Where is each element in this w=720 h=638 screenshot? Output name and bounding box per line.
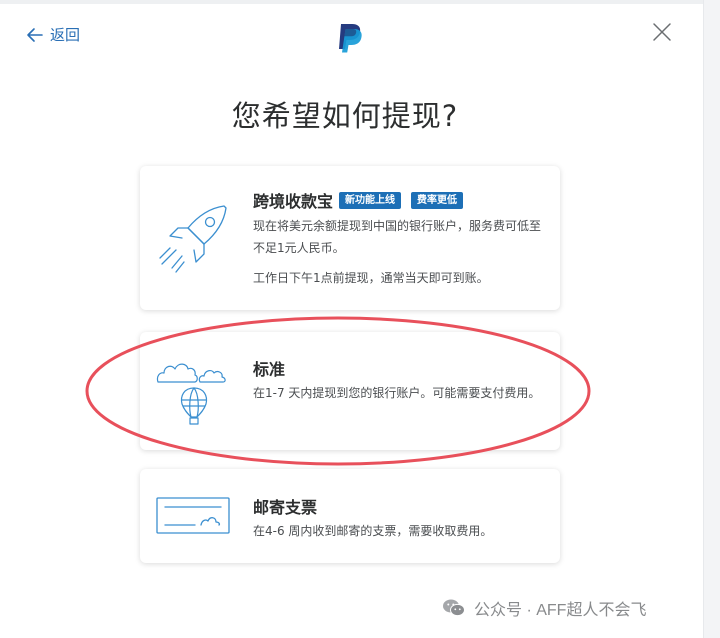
hot-air-balloon-icon [156, 363, 226, 425]
option-title: 标准 [253, 360, 286, 379]
badge-lower-fee: 费率更低 [411, 191, 464, 209]
option-description: 现在将美元余额提现到中国的银行账户，服务费可低至不足1元人民币。 [253, 219, 542, 255]
option-card-standard[interactable]: 标准 在1-7 天内提现到您的银行账户。可能需要支付费用。 [140, 332, 560, 450]
back-button[interactable]: 返回 [26, 24, 80, 45]
option-note: 工作日下午1点前提现，通常当天即可到账。 [253, 271, 489, 285]
option-title-row: 邮寄支票 [253, 494, 317, 518]
option-description: 在4-6 周内收到邮寄的支票，需要收取费用。 [253, 524, 493, 538]
watermark: 公众号 · AFF超人不会飞 [442, 596, 646, 620]
wechat-icon [443, 599, 465, 617]
option-card-cross-border[interactable]: 跨境收款宝 新功能上线 费率更低 现在将美元余额提现到中国的银行账户，服务费可低… [140, 166, 560, 310]
top-border [0, 0, 720, 4]
watermark-text: 公众号 · AFF超人不会飞 [474, 602, 647, 619]
arrow-left-icon [27, 27, 43, 42]
rocket-icon [159, 205, 227, 273]
badge-new-feature: 新功能上线 [339, 191, 402, 209]
page-title: 您希望如何提现? [231, 99, 459, 133]
scrollbar-track[interactable] [703, 0, 720, 638]
option-title-row: 跨境收款宝 新功能上线 费率更低 [253, 188, 464, 212]
close-icon[interactable] [650, 20, 674, 44]
paypal-logo-icon [339, 24, 362, 53]
back-label: 返回 [50, 26, 81, 44]
check-icon [156, 497, 230, 534]
option-title: 邮寄支票 [253, 498, 318, 517]
option-description: 在1-7 天内提现到您的银行账户。可能需要支付费用。 [253, 386, 541, 400]
option-title: 跨境收款宝 [253, 192, 334, 211]
option-title-row: 标准 [253, 356, 285, 380]
option-card-mail-check[interactable]: 邮寄支票 在4-6 周内收到邮寄的支票，需要收取费用。 [140, 469, 560, 563]
